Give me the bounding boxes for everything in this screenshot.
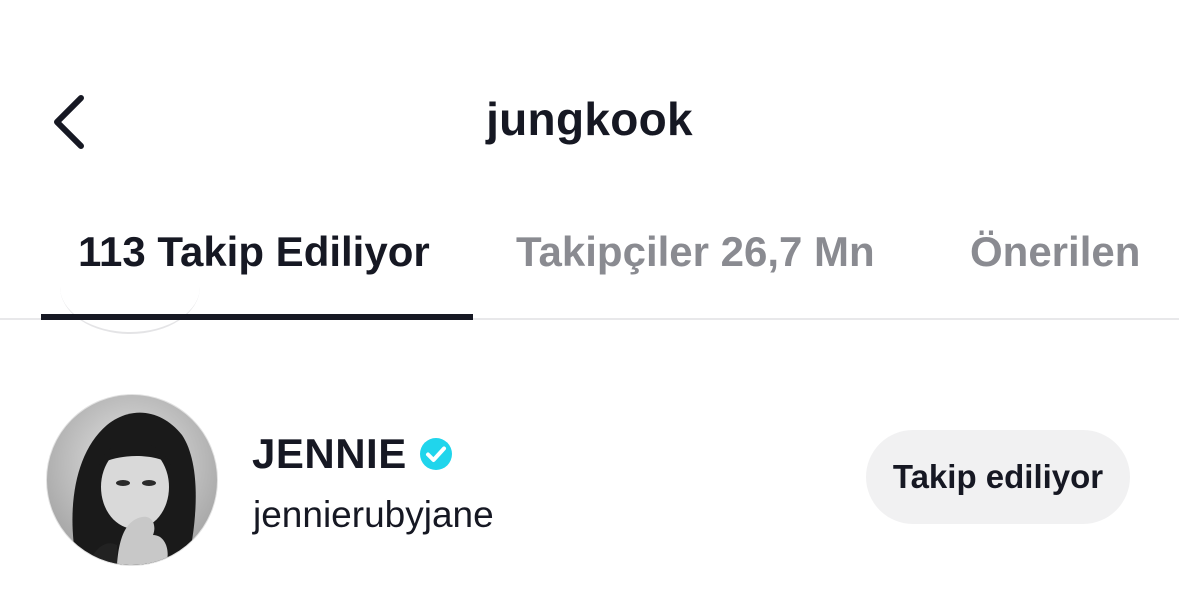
display-name-row: JENNIE (252, 430, 453, 478)
verified-badge-icon (419, 437, 453, 471)
following-button[interactable]: Takip ediliyor (866, 430, 1130, 524)
tab-suggested[interactable]: Önerilen (970, 228, 1140, 276)
tab-followers[interactable]: Takipçiler 26,7 Mn (516, 228, 875, 276)
list-item[interactable]: JENNIE jennierubyjane Takip ediliyor (0, 390, 1179, 570)
page-title: jungkook (486, 93, 693, 145)
avatar[interactable] (46, 394, 218, 566)
top-bar: jungkook (0, 70, 1179, 180)
display-name: JENNIE (252, 430, 407, 477)
active-tab-indicator (41, 314, 473, 320)
avatar-photo (47, 395, 217, 565)
tab-bar: 113 Takip Ediliyor Takipçiler 26,7 Mn Ön… (0, 200, 1179, 320)
username: jennierubyjane (253, 494, 494, 535)
tab-following[interactable]: 113 Takip Ediliyor (78, 228, 430, 276)
